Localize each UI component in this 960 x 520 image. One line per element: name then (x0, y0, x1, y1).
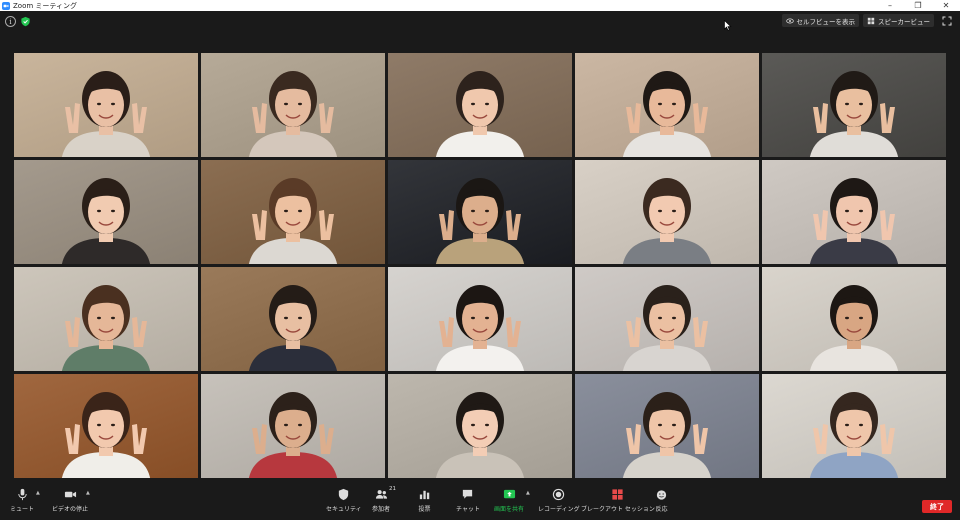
participant-video-feed (436, 71, 524, 157)
end-meeting-button[interactable]: 終了 (922, 500, 952, 513)
participant-video-tile[interactable] (388, 374, 572, 478)
breakout-rooms-button[interactable]: ブレークアウト セッション (581, 488, 655, 513)
breakout-rooms-label: ブレークアウト セッション (581, 506, 655, 513)
self-view-label: セルフビューを表示 (796, 17, 856, 26)
polls-label: 投票 (418, 506, 431, 513)
participant-video-feed (249, 71, 337, 157)
chat-label: チャット (456, 506, 480, 513)
reactions-label: 反応 (655, 506, 668, 513)
maximize-button[interactable]: ❐ (904, 0, 932, 11)
participant-video-tile[interactable] (14, 267, 198, 371)
meeting-info-icon[interactable]: i (5, 16, 16, 27)
participants-label: 参加者 (372, 506, 391, 513)
security-label: セキュリティ (326, 506, 362, 513)
participant-video-feed (249, 178, 337, 264)
participant-video-tile[interactable] (14, 374, 198, 478)
zoom-app-icon (2, 1, 10, 10)
reactions-button[interactable]: 反応 (655, 488, 668, 513)
participants-icon (375, 490, 387, 499)
stop-video-button[interactable]: ビデオの停止 (52, 488, 88, 513)
fullscreen-icon[interactable] (942, 16, 952, 26)
share-screen-icon (503, 489, 515, 499)
participant-video-feed (62, 392, 150, 478)
participant-video-tile[interactable] (388, 53, 572, 157)
share-screen-button[interactable]: 画面を共有 (494, 488, 524, 513)
participant-video-tile[interactable] (575, 53, 759, 157)
participant-video-tile[interactable] (14, 160, 198, 264)
participant-video-feed (623, 392, 711, 478)
participant-video-feed (810, 71, 898, 157)
record-button[interactable]: レコーディング (538, 488, 580, 513)
grid-view-icon (867, 17, 875, 24)
microphone-icon (17, 488, 27, 501)
participant-video-feed (810, 392, 898, 478)
mouse-cursor-icon (724, 20, 732, 31)
security-button[interactable]: セキュリティ (326, 488, 362, 513)
participant-video-feed (62, 178, 150, 264)
participant-video-tile[interactable] (201, 160, 385, 264)
speaker-view-button[interactable]: スピーカービュー (863, 14, 934, 27)
participant-video-feed (810, 178, 898, 264)
mute-label: ミュート (10, 506, 35, 513)
breakout-rooms-icon (612, 489, 624, 500)
participant-video-feed (623, 178, 711, 264)
participant-video-tile[interactable] (201, 53, 385, 157)
participant-video-tile[interactable] (388, 160, 572, 264)
participant-video-feed (623, 285, 711, 371)
participant-count-badge: 21 (389, 486, 396, 492)
window-title: Zoom ミーティング (13, 1, 77, 10)
participant-video-tile[interactable] (201, 374, 385, 478)
video-options-chevron-icon[interactable]: ▲ (86, 490, 90, 496)
chat-button[interactable]: チャット (456, 488, 480, 513)
participant-video-tile[interactable] (575, 267, 759, 371)
share-screen-label: 画面を共有 (494, 506, 525, 513)
participants-button[interactable]: 参加者 (372, 488, 390, 513)
participant-video-feed (62, 285, 150, 371)
participant-video-tile[interactable] (762, 160, 946, 264)
participant-video-tile[interactable] (762, 374, 946, 478)
gallery-video-grid (14, 53, 946, 478)
participant-video-feed (623, 71, 711, 157)
participant-video-feed (249, 392, 337, 478)
eye-icon (785, 18, 794, 23)
stop-video-label: ビデオの停止 (52, 506, 89, 513)
speaker-view-label: スピーカービュー (878, 17, 930, 26)
audio-options-chevron-icon[interactable]: ▲ (36, 490, 40, 496)
participant-video-tile[interactable] (762, 53, 946, 157)
participant-video-tile[interactable] (762, 267, 946, 371)
close-button[interactable]: ✕ (932, 0, 960, 11)
emoji-reaction-icon (656, 490, 667, 500)
participant-video-feed (62, 71, 150, 157)
participant-video-tile[interactable] (14, 53, 198, 157)
meeting-top-bar: i セルフビューを表示 スピーカービュー (0, 11, 960, 33)
participant-video-feed (436, 392, 524, 478)
title-bar: Zoom ミーティング – ❐ ✕ (0, 0, 960, 11)
participant-video-feed (436, 178, 524, 264)
encryption-shield-icon[interactable] (20, 16, 31, 27)
chat-bubble-icon (463, 489, 473, 499)
bar-chart-icon (419, 490, 430, 500)
participant-video-tile[interactable] (201, 267, 385, 371)
record-icon (553, 488, 565, 501)
participant-video-tile[interactable] (575, 374, 759, 478)
security-shield-icon (339, 488, 349, 501)
minimize-button[interactable]: – (876, 0, 904, 11)
meeting-toolbar: ミュート ▲ ビデオの停止 ▲ セキュリティ 参加者 21 投票 チャット 画面… (0, 486, 960, 520)
participant-video-tile[interactable] (575, 160, 759, 264)
self-view-button[interactable]: セルフビューを表示 (781, 14, 859, 27)
participant-video-tile[interactable] (388, 267, 572, 371)
record-label: レコーディング (538, 506, 580, 513)
polls-button[interactable]: 投票 (418, 488, 431, 513)
participant-video-feed (810, 285, 898, 371)
mute-button[interactable]: ミュート (10, 488, 34, 513)
participant-video-feed (436, 285, 524, 371)
video-camera-icon (64, 491, 76, 498)
participant-video-feed (249, 285, 337, 371)
share-options-chevron-icon[interactable]: ▲ (526, 490, 530, 496)
